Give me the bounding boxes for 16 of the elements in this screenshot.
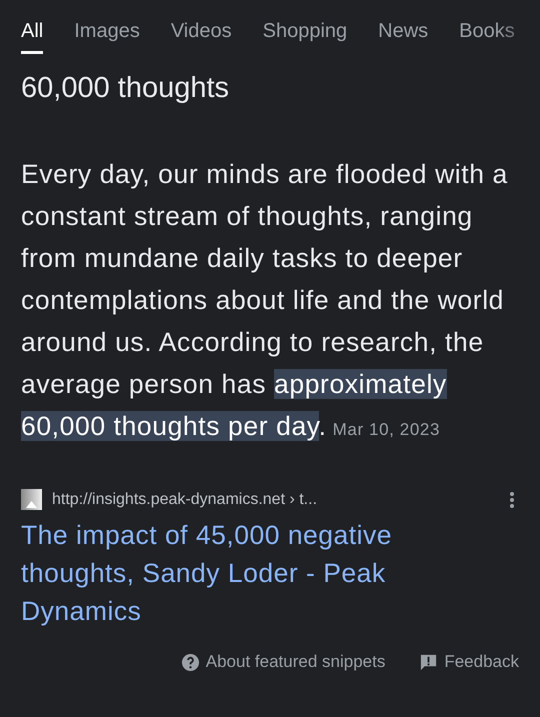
feedback-link[interactable]: Feedback bbox=[419, 652, 519, 672]
search-tab[interactable]: Books bbox=[459, 20, 515, 54]
search-tab[interactable]: Images bbox=[74, 20, 140, 54]
search-tab[interactable]: News bbox=[378, 20, 428, 54]
more-icon[interactable] bbox=[509, 490, 515, 508]
source-url[interactable]: http://insights.peak-dynamics.net › t... bbox=[52, 490, 499, 508]
search-tab[interactable]: Shopping bbox=[262, 20, 348, 54]
result-link[interactable]: The impact of 45,000 negative thoughts, Sandy Loder - Peak Dynamics bbox=[21, 516, 519, 630]
site-favicon-icon bbox=[21, 489, 42, 510]
help-icon bbox=[180, 652, 200, 672]
search-tab[interactable]: Videos bbox=[170, 20, 232, 54]
search-tab[interactable]: All bbox=[21, 20, 44, 54]
feedback-icon bbox=[419, 652, 438, 672]
snippet-text: Every day, our minds are flooded with a constant stream of thoughts, ranging from mundane daily tasks to deeper contemplations about life and the world around us. According to research, the average person has approximately 60,000 thoughts per day. Mar 10, 2023 bbox=[21, 158, 509, 443]
answer-heading: 60,000 thoughts bbox=[21, 72, 230, 105]
about-snippets-link[interactable]: About featured snippets bbox=[180, 652, 386, 672]
